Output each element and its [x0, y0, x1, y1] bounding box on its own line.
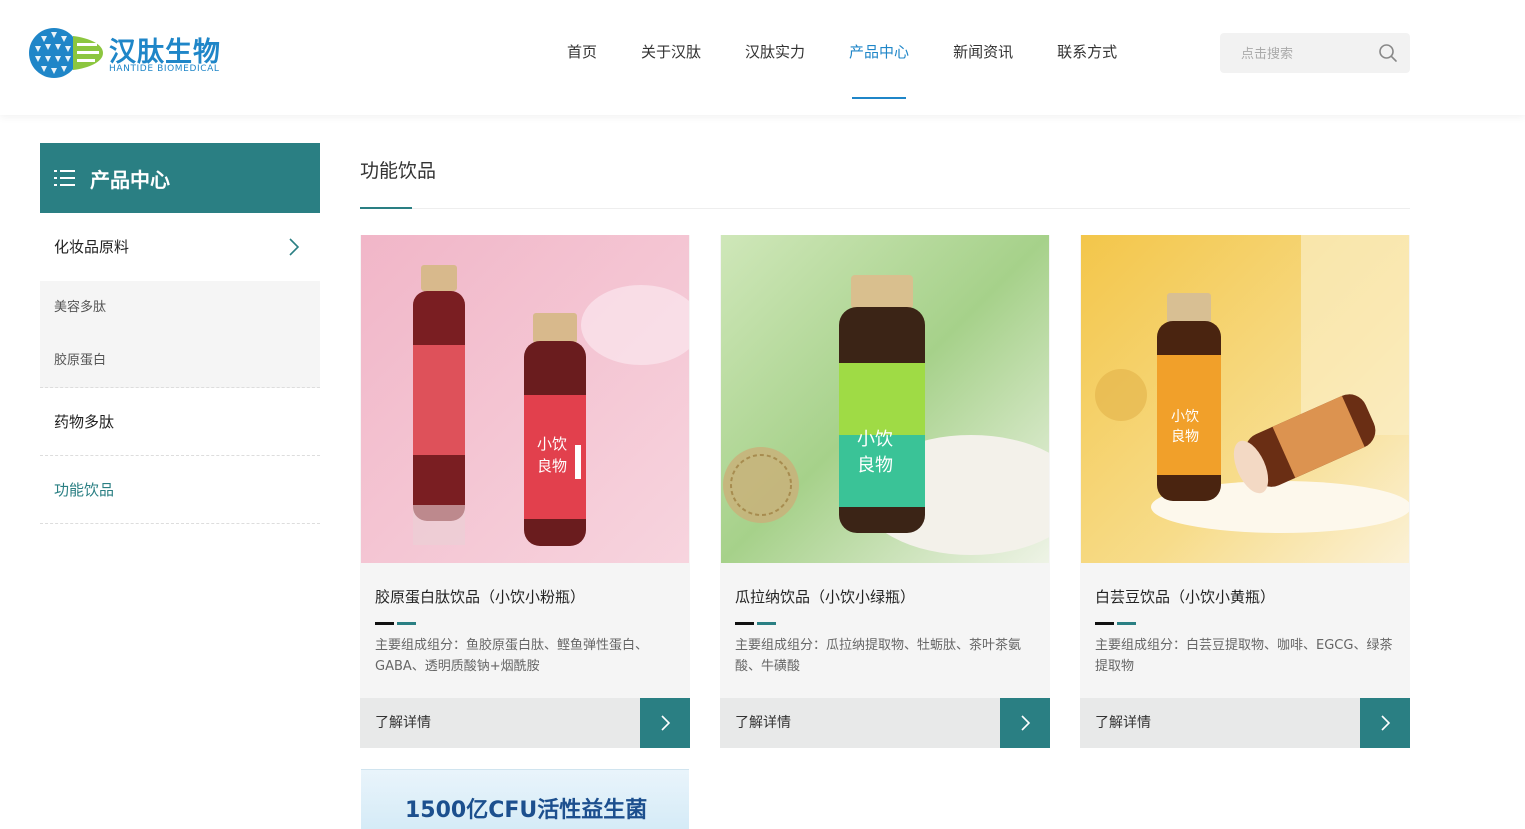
svg-text:良物: 良物 [537, 458, 567, 475]
bottle-label-text: 小饮 [537, 436, 567, 453]
svg-text:小饮: 小饮 [1171, 408, 1199, 424]
sidebar-item-functional-drinks[interactable]: 功能饮品 [40, 456, 320, 524]
product-card[interactable]: 小饮 良物 白芸豆饮品（小饮小黄瓶） 主要组成组分：白芸豆提取物、咖啡、EGCG… [1080, 235, 1410, 748]
product-description: 主要组成组分：白芸豆提取物、咖啡、EGCG、绿茶提取物 [1095, 638, 1393, 674]
yellow-bottle-photo: 小饮 良物 [1081, 235, 1409, 563]
title-divider-accent [360, 207, 412, 209]
search-input[interactable] [1220, 33, 1370, 73]
chevron-right-icon [289, 238, 300, 256]
title-underline [375, 622, 417, 625]
svg-text:良物: 良物 [1171, 428, 1199, 444]
svg-text:小饮: 小饮 [857, 429, 893, 449]
product-description: 主要组成组分：瓜拉纳提取物、牡蛎肽、茶叶茶氨酸、牛磺酸 [735, 638, 1022, 674]
nav-item-contact[interactable]: 联系方式 [1035, 0, 1139, 100]
product-card-footer[interactable]: 了解详情 [1080, 698, 1410, 748]
site-header: 汉肽生物 HANTIDE BIOMEDICAL 首页 关于汉肽 汉肽实力 产品中… [0, 0, 1525, 115]
sidebar-subitem-collagen[interactable]: 胶原蛋白 [40, 334, 320, 387]
sidebar-item-cosmetic-materials[interactable]: 化妆品原料 [40, 213, 320, 281]
list-menu-icon [54, 170, 75, 186]
sidebar-header: 产品中心 [40, 143, 320, 213]
search-box [1220, 33, 1410, 73]
green-bottle-photo: 小饮 良物 [721, 235, 1049, 563]
sidebar-title: 产品中心 [90, 167, 170, 192]
probiotic-banner-text: 1500亿CFU活性益生菌 [405, 798, 648, 823]
page-title: 功能饮品 [360, 160, 437, 182]
pink-bottle-photo: 小饮 良物 [361, 235, 689, 563]
sidebar-item-drug-peptides[interactable]: 药物多肽 [40, 388, 320, 456]
main-nav: 首页 关于汉肽 汉肽实力 产品中心 新闻资讯 联系方式 [545, 0, 1139, 115]
product-card-footer[interactable]: 了解详情 [360, 698, 690, 748]
nav-item-news[interactable]: 新闻资讯 [931, 0, 1035, 100]
learn-more-link[interactable]: 了解详情 [375, 698, 431, 748]
product-card[interactable]: 小饮 良物 瓜拉纳饮品（小饮小绿瓶） 主要组成组分：瓜拉纳提取物、牡蛎肽、茶叶茶… [720, 235, 1050, 748]
product-image[interactable]: 小饮 良物 [361, 235, 689, 563]
sidebar-item-label: 功能饮品 [54, 481, 115, 499]
product-description: 主要组成组分：鱼胶原蛋白肽、鲣鱼弹性蛋白、GABA、透明质酸钠+烟酰胺 [375, 638, 649, 674]
product-image[interactable]: 小饮 良物 [1081, 235, 1409, 563]
product-title[interactable]: 胶原蛋白肽饮品（小饮小粉瓶） [375, 586, 585, 607]
title-underline [1095, 622, 1137, 625]
nav-item-about[interactable]: 关于汉肽 [619, 0, 723, 100]
product-title[interactable]: 瓜拉纳饮品（小饮小绿瓶） [735, 586, 915, 607]
svg-text:良物: 良物 [857, 455, 893, 475]
product-card-footer[interactable]: 了解详情 [720, 698, 1050, 748]
product-card[interactable]: 小饮 良物 胶原蛋白肽饮品（小饮小粉瓶） 主要组成组分：鱼胶原蛋白肽、鲣鱼弹性蛋… [360, 235, 690, 748]
learn-more-link[interactable]: 了解详情 [735, 698, 791, 748]
sidebar-item-label: 化妆品原料 [54, 238, 130, 256]
sidebar: 产品中心 化妆品原料 美容多肽 胶原蛋白 药物多肽 功能饮品 [40, 143, 320, 524]
nav-item-products[interactable]: 产品中心 [827, 0, 931, 100]
arrow-button[interactable] [1360, 698, 1410, 748]
sidebar-subitem-beauty-peptides[interactable]: 美容多肽 [40, 281, 320, 334]
product-title[interactable]: 白芸豆饮品（小饮小黄瓶） [1095, 586, 1275, 607]
chevron-right-icon [1381, 715, 1391, 731]
brand-name-en: HANTIDE BIOMEDICAL [109, 64, 220, 74]
chevron-right-icon [661, 715, 671, 731]
learn-more-link[interactable]: 了解详情 [1095, 698, 1151, 748]
arrow-button[interactable] [1000, 698, 1050, 748]
chevron-right-icon [1021, 715, 1031, 731]
nav-item-strength[interactable]: 汉肽实力 [723, 0, 827, 100]
title-underline [735, 622, 777, 625]
main-content: 功能饮品 小饮 良物 胶原蛋白肽饮品（小饮小粉瓶） 主要组成组分：鱼胶原蛋白肽、… [360, 143, 1410, 829]
search-icon[interactable] [1378, 43, 1398, 63]
sidebar-submenu: 美容多肽 胶原蛋白 [40, 281, 320, 388]
nav-item-home[interactable]: 首页 [545, 0, 619, 100]
logo-mark-icon [29, 28, 103, 78]
arrow-button[interactable] [640, 698, 690, 748]
site-logo[interactable]: 汉肽生物 HANTIDE BIOMEDICAL [27, 26, 237, 82]
sidebar-item-label: 药物多肽 [54, 413, 115, 431]
title-divider [360, 208, 1410, 209]
product-card-partial[interactable]: 1500亿CFU活性益生菌 [361, 769, 689, 829]
product-image[interactable]: 小饮 良物 [721, 235, 1049, 563]
